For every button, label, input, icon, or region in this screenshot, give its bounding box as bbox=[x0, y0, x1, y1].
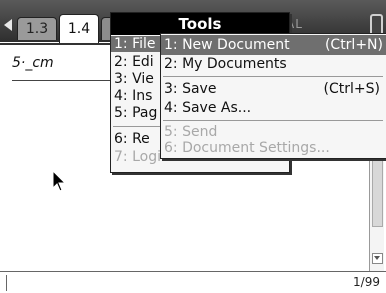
file-menu-separator bbox=[163, 120, 383, 121]
status-divider bbox=[6, 275, 7, 291]
file-submenu: 1: New Document (Ctrl+N) 2: My Documents… bbox=[160, 33, 386, 159]
tools-item-recent[interactable]: 6: Re bbox=[114, 131, 150, 147]
menu-item-label: 6: Document Settings... bbox=[164, 140, 330, 156]
status-bar: 1/99 bbox=[0, 271, 386, 293]
left-arrow-icon[interactable] bbox=[4, 19, 12, 31]
menu-item-new-document[interactable]: 1: New Document (Ctrl+N) bbox=[161, 35, 386, 55]
tools-menu-title: Tools bbox=[111, 13, 289, 35]
file-menu-separator bbox=[163, 76, 383, 77]
menu-item-label: 1: New Document bbox=[164, 37, 290, 53]
ti-nspire-screen: 1.3 1.4 AL 5·_cm 1/99 Tools 1: File 2: E… bbox=[0, 0, 386, 293]
menu-item-label: 3: Save bbox=[164, 81, 217, 97]
menu-item-save[interactable]: 3: Save (Ctrl+S) bbox=[164, 79, 384, 99]
math-entry-line[interactable]: 5·_cm bbox=[12, 55, 54, 71]
menu-item-save-as[interactable]: 4: Save As... bbox=[164, 98, 384, 118]
tools-item-page[interactable]: 5: Pag bbox=[114, 105, 157, 121]
tools-item-view[interactable]: 3: Vie bbox=[114, 71, 154, 87]
menu-item-shortcut: (Ctrl+N) bbox=[324, 37, 383, 53]
tab-1-3[interactable]: 1.3 bbox=[17, 17, 57, 40]
tab-1-4[interactable]: 1.4 bbox=[59, 14, 99, 43]
tools-item-insert[interactable]: 4: Ins bbox=[114, 88, 152, 104]
menu-item-label: 2: My Documents bbox=[164, 56, 287, 72]
menu-item-document-settings: 6: Document Settings... bbox=[164, 138, 384, 158]
menu-item-my-documents[interactable]: 2: My Documents bbox=[164, 54, 384, 74]
menu-item-label: 4: Save As... bbox=[164, 100, 252, 116]
tools-item-edit[interactable]: 2: Edi bbox=[114, 54, 154, 70]
mouse-pointer-icon bbox=[52, 170, 67, 192]
scroll-down-icon[interactable] bbox=[372, 253, 383, 264]
page-count: 1/99 bbox=[353, 275, 380, 289]
menu-item-shortcut: (Ctrl+S) bbox=[323, 81, 380, 97]
